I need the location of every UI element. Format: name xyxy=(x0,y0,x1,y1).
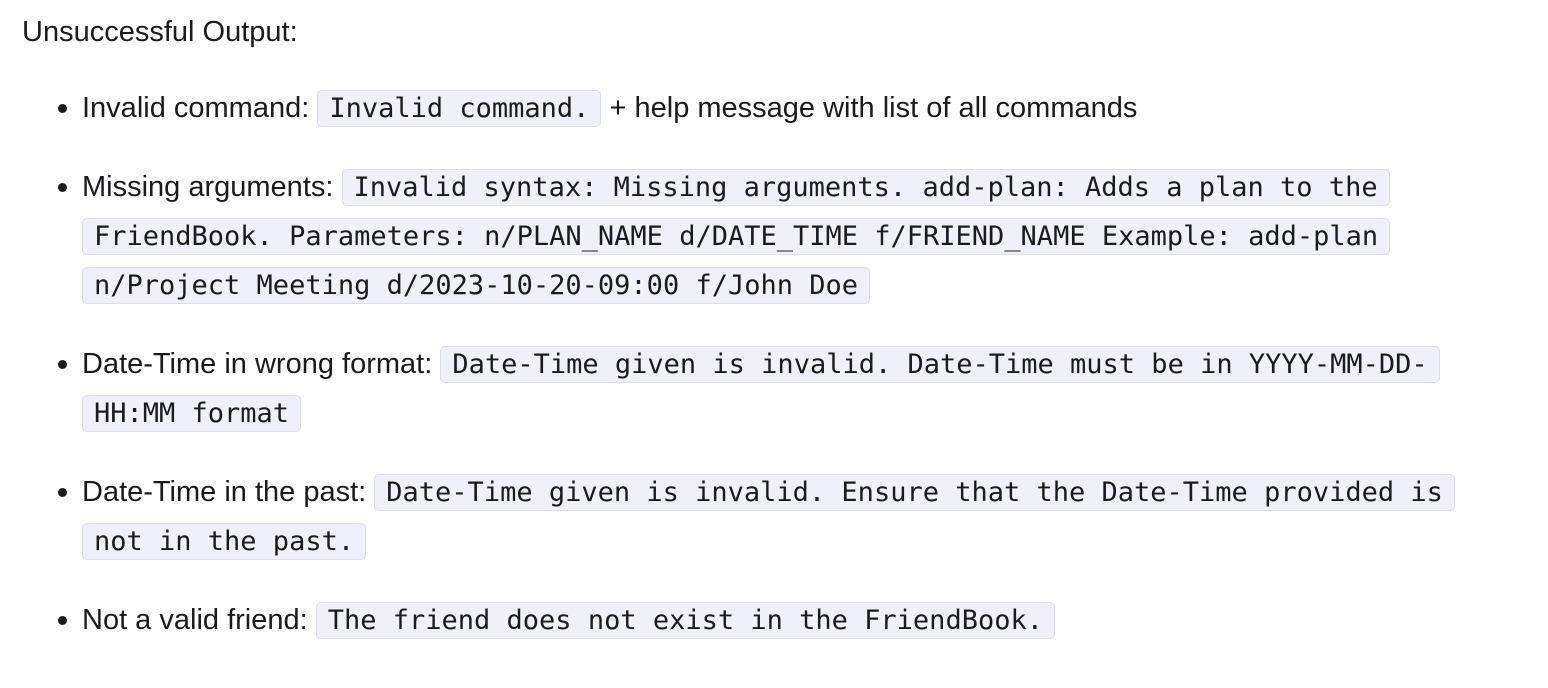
list-item-invalid-command: Invalid command: Invalid command. + help… xyxy=(58,84,1488,133)
error-case-label: Not a valid friend: xyxy=(82,604,308,636)
list-item-date-past: Date-Time in the past: Date-Time given i… xyxy=(58,468,1488,566)
error-case-note: + help message with list of all commands xyxy=(609,92,1138,124)
error-message-code: The friend does not exist in the FriendB… xyxy=(315,602,1055,639)
bullet-icon xyxy=(58,104,67,113)
bullet-icon xyxy=(58,488,67,497)
list-item-missing-arguments: Missing arguments: Invalid syntax: Missi… xyxy=(58,163,1488,310)
error-output-list: Invalid command: Invalid command. + help… xyxy=(58,84,1488,645)
error-case-label: Date-Time in wrong format: xyxy=(82,348,433,380)
bullet-icon xyxy=(58,360,67,369)
list-item-not-friend: Not a valid friend: The friend does not … xyxy=(58,596,1488,645)
list-item-date-format: Date-Time in wrong format: Date-Time giv… xyxy=(58,340,1488,438)
bullet-icon xyxy=(58,183,67,192)
error-case-label: Date-Time in the past: xyxy=(82,476,367,508)
error-case-label: Missing arguments: xyxy=(82,171,334,203)
error-case-label: Invalid command: xyxy=(82,92,310,124)
error-message-code: Invalid command. xyxy=(317,90,602,127)
section-heading: Unsuccessful Output: xyxy=(22,16,298,48)
bullet-icon xyxy=(58,616,67,625)
